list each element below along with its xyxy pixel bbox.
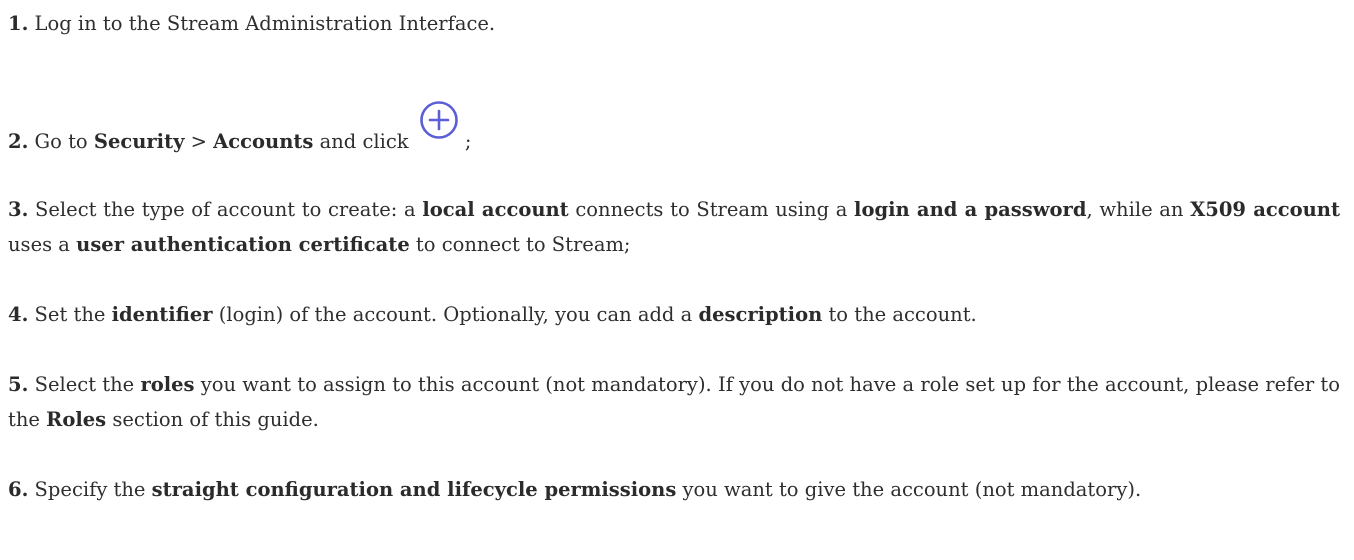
term-permissions: straight configuration and lifecycle per…	[151, 478, 677, 501]
step-text: , while an	[1086, 198, 1191, 221]
step-text: Set the	[28, 303, 112, 326]
step-number: 2.	[8, 130, 29, 153]
term-description: description	[698, 303, 823, 326]
term-roles: roles	[140, 373, 195, 396]
step-1: 1. Log in to the Stream Administration I…	[8, 6, 1340, 41]
step-text: to the account.	[822, 303, 977, 326]
step-text: section of this guide.	[106, 408, 319, 431]
step-number: 1.	[8, 12, 29, 35]
step-text: uses a	[8, 233, 77, 256]
step-text: and click	[313, 130, 415, 153]
step-text: Select the type of account to create: a	[28, 198, 423, 221]
term-local-account: local account	[422, 198, 569, 221]
step-text: connects to Stream using a	[568, 198, 855, 221]
step-4: 4. Set the identifier (login) of the acc…	[8, 297, 1340, 332]
term-login-password: login and a password	[854, 198, 1087, 221]
step-text: (login) of the account. Optionally, you …	[212, 303, 699, 326]
link-roles-section: Roles	[46, 408, 107, 431]
step-3: 3. Select the type of account to create:…	[8, 192, 1340, 262]
step-text: ;	[464, 130, 472, 153]
menu-security: Security	[93, 130, 185, 153]
step-number: 3.	[8, 198, 29, 221]
step-number: 4.	[8, 303, 29, 326]
menu-accounts: Accounts	[213, 130, 314, 153]
step-text: Go to	[28, 130, 94, 153]
step-text: Specify the	[28, 478, 152, 501]
step-text: >	[184, 130, 214, 153]
step-5: 5. Select the roles you want to assign t…	[8, 367, 1340, 437]
document-body: 1. Log in to the Stream Administration I…	[0, 0, 1354, 560]
step-text: you want to give the account (not mandat…	[676, 478, 1142, 501]
step-2: 2. Go to Security > Accounts and click ;	[8, 101, 1340, 159]
step-6: 6. Specify the straight configuration an…	[8, 472, 1340, 507]
step-text: to connect to Stream;	[409, 233, 631, 256]
add-circle-icon[interactable]	[419, 100, 459, 140]
term-x509-account: X509 account	[1190, 198, 1340, 221]
term-user-certificate: user authentication certificate	[76, 233, 410, 256]
step-text: Select the	[28, 373, 141, 396]
step-number: 5.	[8, 373, 29, 396]
term-identifier: identifier	[111, 303, 213, 326]
step-text: Log in to the Stream Administration Inte…	[28, 12, 496, 35]
step-number: 6.	[8, 478, 29, 501]
